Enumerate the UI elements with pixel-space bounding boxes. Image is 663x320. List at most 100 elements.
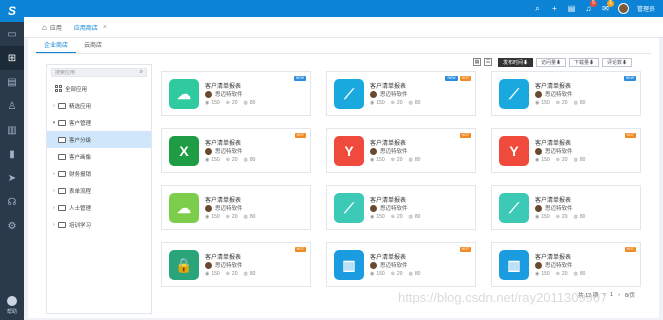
app-card[interactable]: ☁ 客户清单报表 思迈特软件 ◉ 150 ⊕ 20 ◍ 80 NEW: [161, 71, 311, 116]
stat-comments: ◍ 80: [573, 271, 585, 277]
stat-value: 150: [376, 214, 385, 220]
app-card[interactable]: X 客户清单报表 思迈特软件 ◉ 150 ⊕ 20 ◍ 80 HOT: [161, 128, 311, 173]
slash-icon: ⟋: [499, 79, 529, 109]
folder-icon: [58, 221, 66, 228]
tab-app[interactable]: ⌂ 应用: [36, 17, 68, 38]
download-icon: ⊕: [225, 100, 230, 106]
chevron-right-icon[interactable]: ›: [51, 205, 57, 211]
pager-next[interactable]: ›: [618, 292, 620, 298]
hot-badge: HOT: [459, 247, 471, 252]
stat-downloads: ⊕ 20: [226, 214, 238, 220]
sort-button[interactable]: 访问量⬇: [536, 58, 567, 67]
desktop-icon[interactable]: ▭: [0, 22, 24, 46]
tree-item[interactable]: › 财务报销: [47, 165, 151, 182]
tree-item[interactable]: › 人士管理: [47, 199, 151, 216]
app-title: 客户清单报表: [205, 84, 242, 90]
tree-item[interactable]: › 培训学习: [47, 216, 151, 233]
tree-item-label: 人士管理: [69, 205, 92, 212]
app-vendor: 思迈特软件: [535, 261, 573, 269]
avatar[interactable]: [617, 3, 629, 14]
stat-comments: ◍ 80: [243, 271, 255, 277]
send-icon[interactable]: ➤: [0, 166, 24, 190]
app-title: 客户清单报表: [205, 198, 242, 204]
stat-downloads: ⊕ 20: [556, 214, 568, 220]
app-stats: ◉ 150 ⊕ 20 ◍ 80: [370, 100, 420, 106]
document2-icon[interactable]: ▥: [0, 118, 24, 142]
app-card[interactable]: ⟋ 客户清单报表 思迈特软件 ◉ 150 ⊕ 20 ◍ 80: [491, 185, 641, 230]
comment-icon: ◍: [408, 100, 413, 106]
stat-views: ◉ 150: [535, 157, 550, 163]
sort-button[interactable]: 发布时间⬇: [498, 58, 534, 67]
app-stats: ◉ 150 ⊕ 20 ◍ 80: [205, 214, 255, 220]
tab-enterprise-store[interactable]: 企业商店: [36, 38, 77, 53]
sort-button[interactable]: 评论数⬇: [602, 58, 633, 67]
help-icon: [7, 295, 17, 306]
tree-item[interactable]: › 表单流程: [47, 182, 151, 199]
app-card[interactable]: ⟋ 客户清单报表 思迈特软件 ◉ 150 ⊕ 20 ◍ 80 NEW: [491, 71, 641, 116]
chevron-right-icon[interactable]: ›: [51, 171, 57, 177]
slash-icon: ⟋: [334, 193, 364, 223]
app-vendor: 思迈特软件: [205, 204, 243, 212]
stat-value: 150: [541, 100, 550, 106]
stat-downloads: ⊕ 20: [556, 271, 568, 277]
close-icon[interactable]: ×: [103, 24, 107, 31]
stat-value: 150: [376, 157, 385, 163]
app-logo[interactable]: S: [0, 0, 24, 22]
app-card[interactable]: ▥ 客户清单报表 思迈特软件 ◉ 150 ⊕ 20 ◍ 80 HOT: [491, 242, 641, 287]
tree-item[interactable]: ▾ 客户管理: [47, 114, 151, 131]
sort-button[interactable]: 下载量⬇: [569, 58, 600, 67]
app-card[interactable]: ⟋ 客户清单报表 思迈特软件 ◉ 150 ⊕ 20 ◍ 80: [326, 185, 476, 230]
app-card[interactable]: ⟋ 客户清单报表 思迈特软件 ◉ 150 ⊕ 20 ◍ 80 NEW HOT: [326, 71, 476, 116]
stat-value: 20: [561, 100, 568, 106]
excel-icon: X: [169, 136, 199, 166]
vendor-avatar: [370, 204, 377, 212]
search-icon[interactable]: ⌕: [140, 69, 143, 76]
chevron-down-icon[interactable]: ▾: [51, 120, 57, 126]
bell-icon[interactable]: ♫ 5: [584, 0, 597, 13]
stat-comments: ◍ 80: [573, 100, 585, 106]
list-view-icon[interactable]: ☰: [484, 58, 492, 66]
help-button[interactable]: 帮助: [0, 290, 24, 320]
chart-icon[interactable]: ▮: [0, 142, 24, 166]
chat-icon[interactable]: ✉ 1: [601, 0, 614, 13]
eye-icon: ◉: [205, 271, 210, 277]
search-icon[interactable]: ⌕: [533, 4, 542, 13]
eye-icon: ◉: [535, 214, 540, 220]
chevron-right-icon[interactable]: ›: [51, 188, 57, 194]
pager-page[interactable]: 1: [610, 292, 613, 298]
pager-size[interactable]: 8/页: [625, 291, 635, 299]
apps-icon[interactable]: ⊞: [0, 46, 24, 70]
headset-icon[interactable]: ☊: [0, 190, 24, 214]
settings-icon[interactable]: ⚙: [0, 214, 24, 238]
tab-cloud-store[interactable]: 云商店: [76, 38, 110, 53]
grid-view-icon[interactable]: ▦: [473, 58, 481, 66]
username[interactable]: 管理员: [637, 4, 655, 13]
stat-downloads: ⊕ 20: [391, 100, 403, 106]
chevron-right-icon[interactable]: ›: [51, 222, 57, 228]
search-input[interactable]: [55, 69, 135, 76]
tab-app-store[interactable]: 应用商店 ×: [68, 17, 113, 38]
tree-item-label: 表单流程: [69, 188, 92, 195]
tree-item[interactable]: 全部应用: [47, 80, 151, 97]
app-card[interactable]: Y 客户清单报表 思迈特软件 ◉ 150 ⊕ 20 ◍ 80 HOT: [491, 128, 641, 173]
app-card[interactable]: Y 客户清单报表 思迈特软件 ◉ 150 ⊕ 20 ◍ 80 HOT: [326, 128, 476, 173]
tab-bar: ⌂ 应用 应用商店 ×: [24, 17, 663, 38]
app-card[interactable]: ☁ 客户清单报表 思迈特软件 ◉ 150 ⊕ 20 ◍ 80: [161, 185, 311, 230]
clipboard-icon[interactable]: ▤: [567, 4, 576, 13]
tree-item[interactable]: 客户画像: [47, 148, 151, 165]
document-icon[interactable]: ▤: [0, 70, 24, 94]
stat-value: 80: [249, 271, 256, 277]
slash-icon: ⟋: [334, 79, 364, 109]
top-bar: ⌕ + ▤ ♫ 5 ✉ 1 管理员: [24, 0, 663, 17]
tree-item[interactable]: 客户分级: [47, 131, 151, 148]
app-title: 客户清单报表: [370, 141, 407, 147]
app-card[interactable]: ▥ 客户清单报表 思迈特软件 ◉ 150 ⊕ 20 ◍ 80 HOT: [326, 242, 476, 287]
tree-item[interactable]: › 精选应用: [47, 97, 151, 114]
add-icon[interactable]: +: [550, 4, 559, 13]
stat-views: ◉ 150: [370, 100, 385, 106]
stat-value: 150: [541, 214, 550, 220]
tree-item-label: 财务报销: [69, 171, 92, 178]
app-card[interactable]: 🔒 客户清单报表 思迈特软件 ◉ 150 ⊕ 20 ◍ 80 HOT: [161, 242, 311, 287]
chevron-right-icon[interactable]: ›: [51, 103, 57, 109]
person-icon[interactable]: ♙: [0, 94, 24, 118]
